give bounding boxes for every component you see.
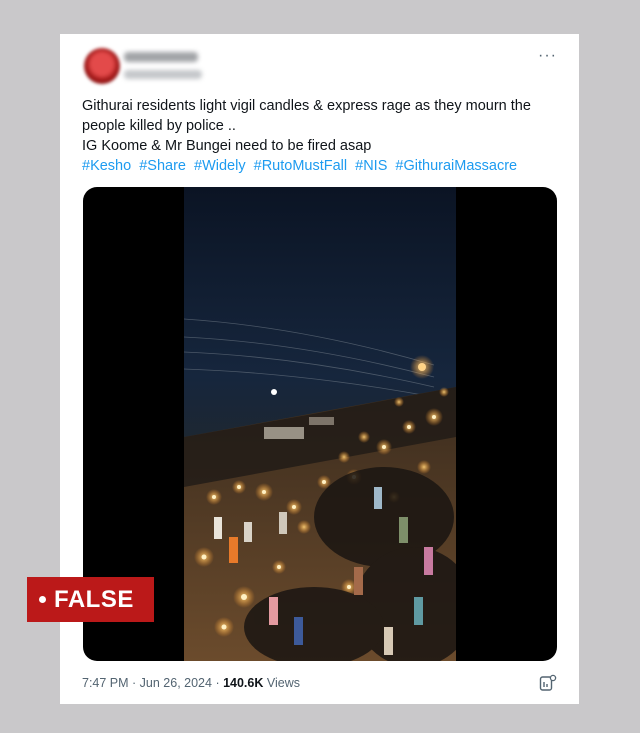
false-label: FALSE xyxy=(54,585,134,613)
views-count: 140.6K xyxy=(223,676,264,690)
blurred-username[interactable] xyxy=(124,70,202,79)
tweet-text-line: IG Koome & Mr Bungei need to be fired as… xyxy=(82,138,372,154)
tweet-time[interactable]: 7:47 PM xyxy=(82,676,129,690)
hashtag-link[interactable]: #Share xyxy=(139,158,186,174)
tweet-text-line: people killed by police .. xyxy=(82,118,236,134)
hashtag-link[interactable]: #NIS xyxy=(355,158,387,174)
tweet-text-line: Githurai residents light vigil candles &… xyxy=(82,98,531,114)
more-options-icon[interactable]: ··· xyxy=(538,46,557,66)
hashtag-link[interactable]: #Kesho xyxy=(82,158,131,174)
meta-separator: · xyxy=(211,676,224,690)
video-media[interactable] xyxy=(83,187,557,661)
tweet-text: Githurai residents light vigil candles &… xyxy=(82,96,562,176)
false-verdict-badge: FALSE xyxy=(27,577,154,622)
blurred-display-name[interactable] xyxy=(124,52,198,62)
tweet-metadata: 7:47 PM · Jun 26, 2024 · 140.6K Views xyxy=(82,676,300,690)
hashtag-link[interactable]: #RutoMustFall xyxy=(254,158,347,174)
analytics-icon[interactable] xyxy=(539,674,557,692)
night-crowd-image xyxy=(184,187,456,661)
bullet-icon xyxy=(39,596,46,603)
hashtag-row: #Kesho #Share #Widely #RutoMustFall #NIS… xyxy=(82,156,562,176)
meta-separator: · xyxy=(128,676,140,690)
video-frame[interactable] xyxy=(184,187,456,661)
avatar[interactable] xyxy=(84,48,120,84)
tweet-date[interactable]: Jun 26, 2024 xyxy=(140,676,212,690)
views-label: Views xyxy=(266,676,300,690)
hashtag-link[interactable]: #Widely xyxy=(194,158,246,174)
hashtag-link[interactable]: #GithuraiMassacre xyxy=(395,158,517,174)
